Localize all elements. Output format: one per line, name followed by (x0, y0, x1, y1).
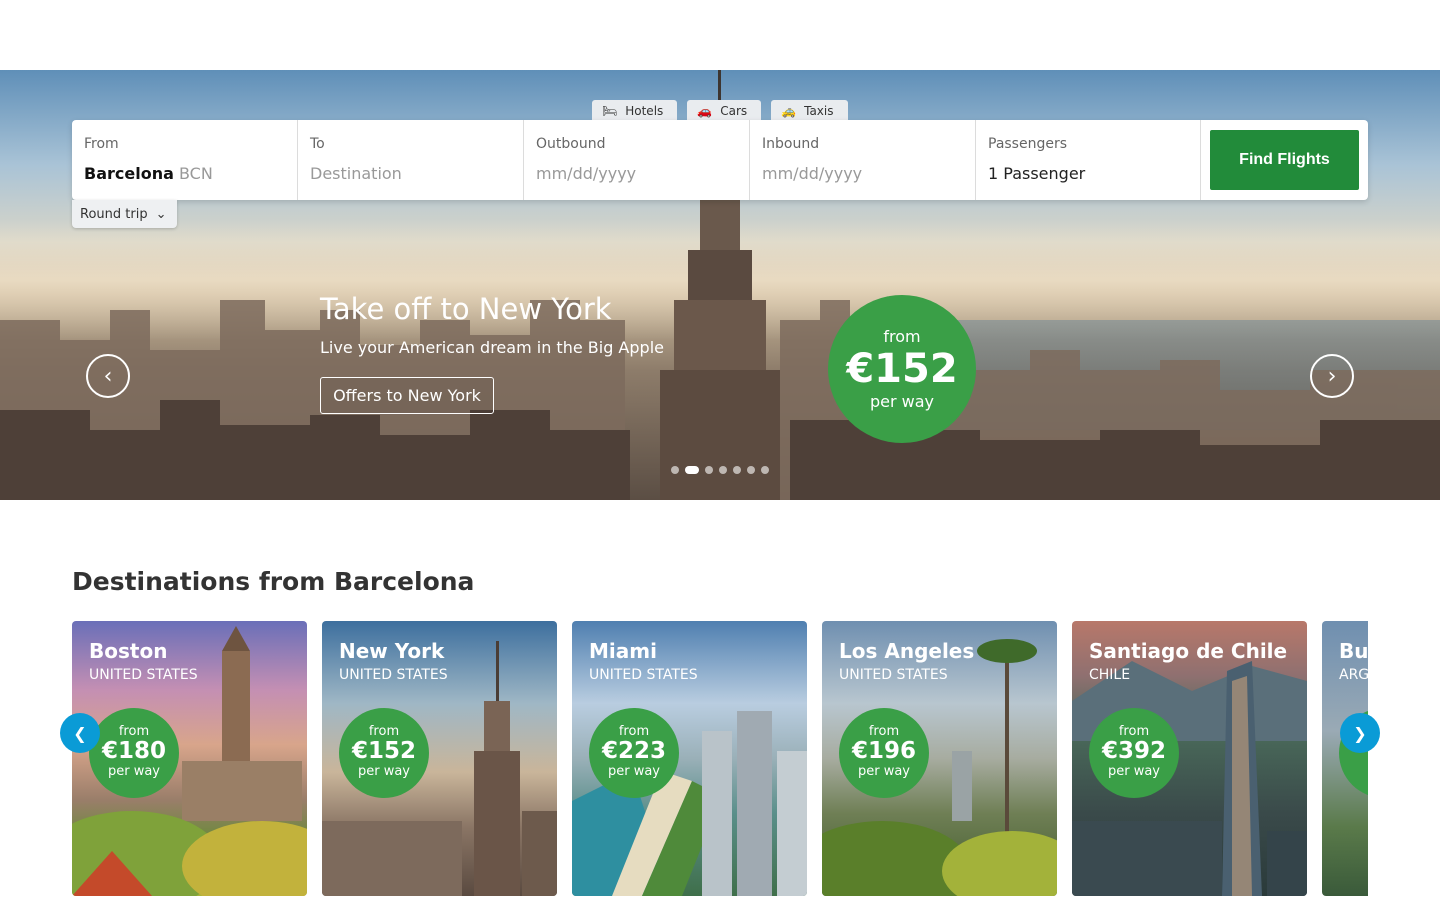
inbound-input[interactable]: mm/dd/yyyy (762, 164, 963, 183)
price-per: per way (869, 392, 935, 411)
card-country: UNITED STATES (339, 667, 448, 683)
outbound-input[interactable]: mm/dd/yyyy (536, 164, 737, 183)
destination-card-boston[interactable]: Boston UNITED STATES from €180 per way (72, 621, 307, 896)
tab-taxis[interactable]: 🚕 Taxis (771, 100, 848, 122)
card-country: UNITED STATES (89, 667, 198, 683)
hero-prev-button[interactable]: ‹ (86, 354, 130, 398)
product-tabs: 🛏 Hotels 🚗 Cars 🚕 Taxis (592, 100, 848, 122)
passengers-value[interactable]: 1 Passenger (988, 164, 1188, 183)
passengers-label: Passengers (988, 136, 1068, 152)
to-field[interactable]: To Destination (298, 120, 524, 200)
find-flights-button[interactable]: Find Flights (1210, 130, 1359, 190)
price-from: from (883, 327, 921, 346)
price-from: from (1118, 724, 1150, 739)
price-per: per way (1107, 764, 1161, 779)
passengers-field[interactable]: Passengers 1 Passenger (976, 120, 1201, 200)
from-code: BCN (178, 164, 213, 183)
carousel-next-button[interactable]: ❯ (1340, 713, 1380, 753)
slide-dot[interactable] (705, 466, 713, 474)
chevron-left-icon: ‹ (103, 363, 113, 389)
price-per: per way (607, 764, 661, 779)
car-icon: 🚗 (697, 104, 713, 118)
card-price-badge: from €392 per way (1089, 708, 1179, 798)
carousel-prev-button[interactable]: ❮ (60, 713, 100, 753)
price-from: from (868, 724, 900, 739)
tab-cars[interactable]: 🚗 Cars (687, 100, 762, 122)
slide-dot-active[interactable] (685, 466, 699, 474)
price-per: per way (107, 764, 161, 779)
slide-dot[interactable] (671, 466, 679, 474)
destination-card-los-angeles[interactable]: Los Angeles UNITED STATES from €196 per … (822, 621, 1057, 896)
slide-indicators (671, 466, 769, 474)
card-price-badge: from €180 per way (89, 708, 179, 798)
card-city: New York (339, 639, 445, 663)
price-amount: €392 (1101, 738, 1166, 764)
chevron-down-icon: ⌄ (155, 206, 167, 222)
card-price-badge: from €223 per way (589, 708, 679, 798)
hero-next-button[interactable]: › (1310, 354, 1354, 398)
destinations-title: Destinations from Barcelona (72, 567, 475, 596)
slide-dot[interactable] (733, 466, 741, 474)
card-country: ARG (1339, 667, 1368, 683)
trip-type-label: Round trip (80, 206, 148, 222)
card-price-badge: from €152 per way (339, 708, 429, 798)
bed-icon: 🛏 (602, 104, 618, 118)
outbound-label: Outbound (536, 136, 606, 152)
from-field[interactable]: From Barcelona BCN (72, 120, 298, 200)
price-amount: €196 (851, 738, 916, 764)
tab-label: Taxis (804, 104, 834, 118)
tab-hotels[interactable]: 🛏 Hotels (592, 100, 678, 122)
chevron-right-icon: ❯ (1353, 723, 1367, 743)
find-button-wrap: Find Flights (1201, 120, 1368, 200)
to-label: To (310, 136, 325, 152)
chevron-left-icon: ❮ (73, 723, 87, 743)
taxi-icon: 🚕 (781, 104, 797, 118)
price-per: per way (857, 764, 911, 779)
from-city: Barcelona (84, 164, 174, 183)
card-country: UNITED STATES (589, 667, 698, 683)
offers-button[interactable]: Offers to New York (320, 377, 494, 414)
inbound-field[interactable]: Inbound mm/dd/yyyy (750, 120, 976, 200)
chevron-right-icon: › (1327, 363, 1337, 389)
slide-dot[interactable] (719, 466, 727, 474)
inbound-label: Inbound (762, 136, 820, 152)
card-city: Los Angeles (839, 639, 975, 663)
destinations-carousel: Boston UNITED STATES from €180 per way N… (72, 621, 1368, 896)
destination-card-miami[interactable]: Miami UNITED STATES from €223 per way (572, 621, 807, 896)
destination-card-new-york[interactable]: New York UNITED STATES from €152 per way (322, 621, 557, 896)
trip-type-dropdown[interactable]: Round trip ⌄ (72, 200, 177, 228)
card-country: UNITED STATES (839, 667, 948, 683)
hero-price-badge: from €152 per way (828, 295, 976, 443)
from-label: From (84, 136, 119, 152)
to-input[interactable]: Destination (310, 164, 511, 183)
from-value[interactable]: Barcelona BCN (84, 164, 285, 183)
price-amount: €152 (846, 346, 958, 392)
card-city: Bu (1339, 639, 1368, 663)
price-per: per way (357, 764, 411, 779)
price-amount: €180 (101, 738, 166, 764)
slide-dot[interactable] (747, 466, 755, 474)
price-from: from (118, 724, 150, 739)
card-price-badge: from €196 per way (839, 708, 929, 798)
outbound-field[interactable]: Outbound mm/dd/yyyy (524, 120, 750, 200)
price-from: from (618, 724, 650, 739)
slide-dot[interactable] (761, 466, 769, 474)
card-country: CHILE (1089, 667, 1131, 683)
tab-label: Hotels (625, 104, 664, 118)
destination-card-santiago[interactable]: Santiago de Chile CHILE from €392 per wa… (1072, 621, 1307, 896)
price-amount: €152 (351, 738, 416, 764)
destination-card-partial[interactable]: Bu ARG € p (1322, 621, 1368, 896)
price-amount: €223 (601, 738, 666, 764)
card-city: Boston (89, 639, 168, 663)
hero-subtitle: Live your American dream in the Big Appl… (320, 338, 664, 357)
tab-label: Cars (720, 104, 748, 118)
flight-search-form: From Barcelona BCN To Destination Outbou… (72, 120, 1368, 200)
hero-title: Take off to New York (320, 292, 612, 326)
top-navbar (0, 0, 1440, 70)
card-city: Miami (589, 639, 657, 663)
hero-banner: 🛏 Hotels 🚗 Cars 🚕 Taxis From Barcelona B… (0, 70, 1440, 500)
card-city: Santiago de Chile (1089, 639, 1288, 663)
price-from: from (368, 724, 400, 739)
